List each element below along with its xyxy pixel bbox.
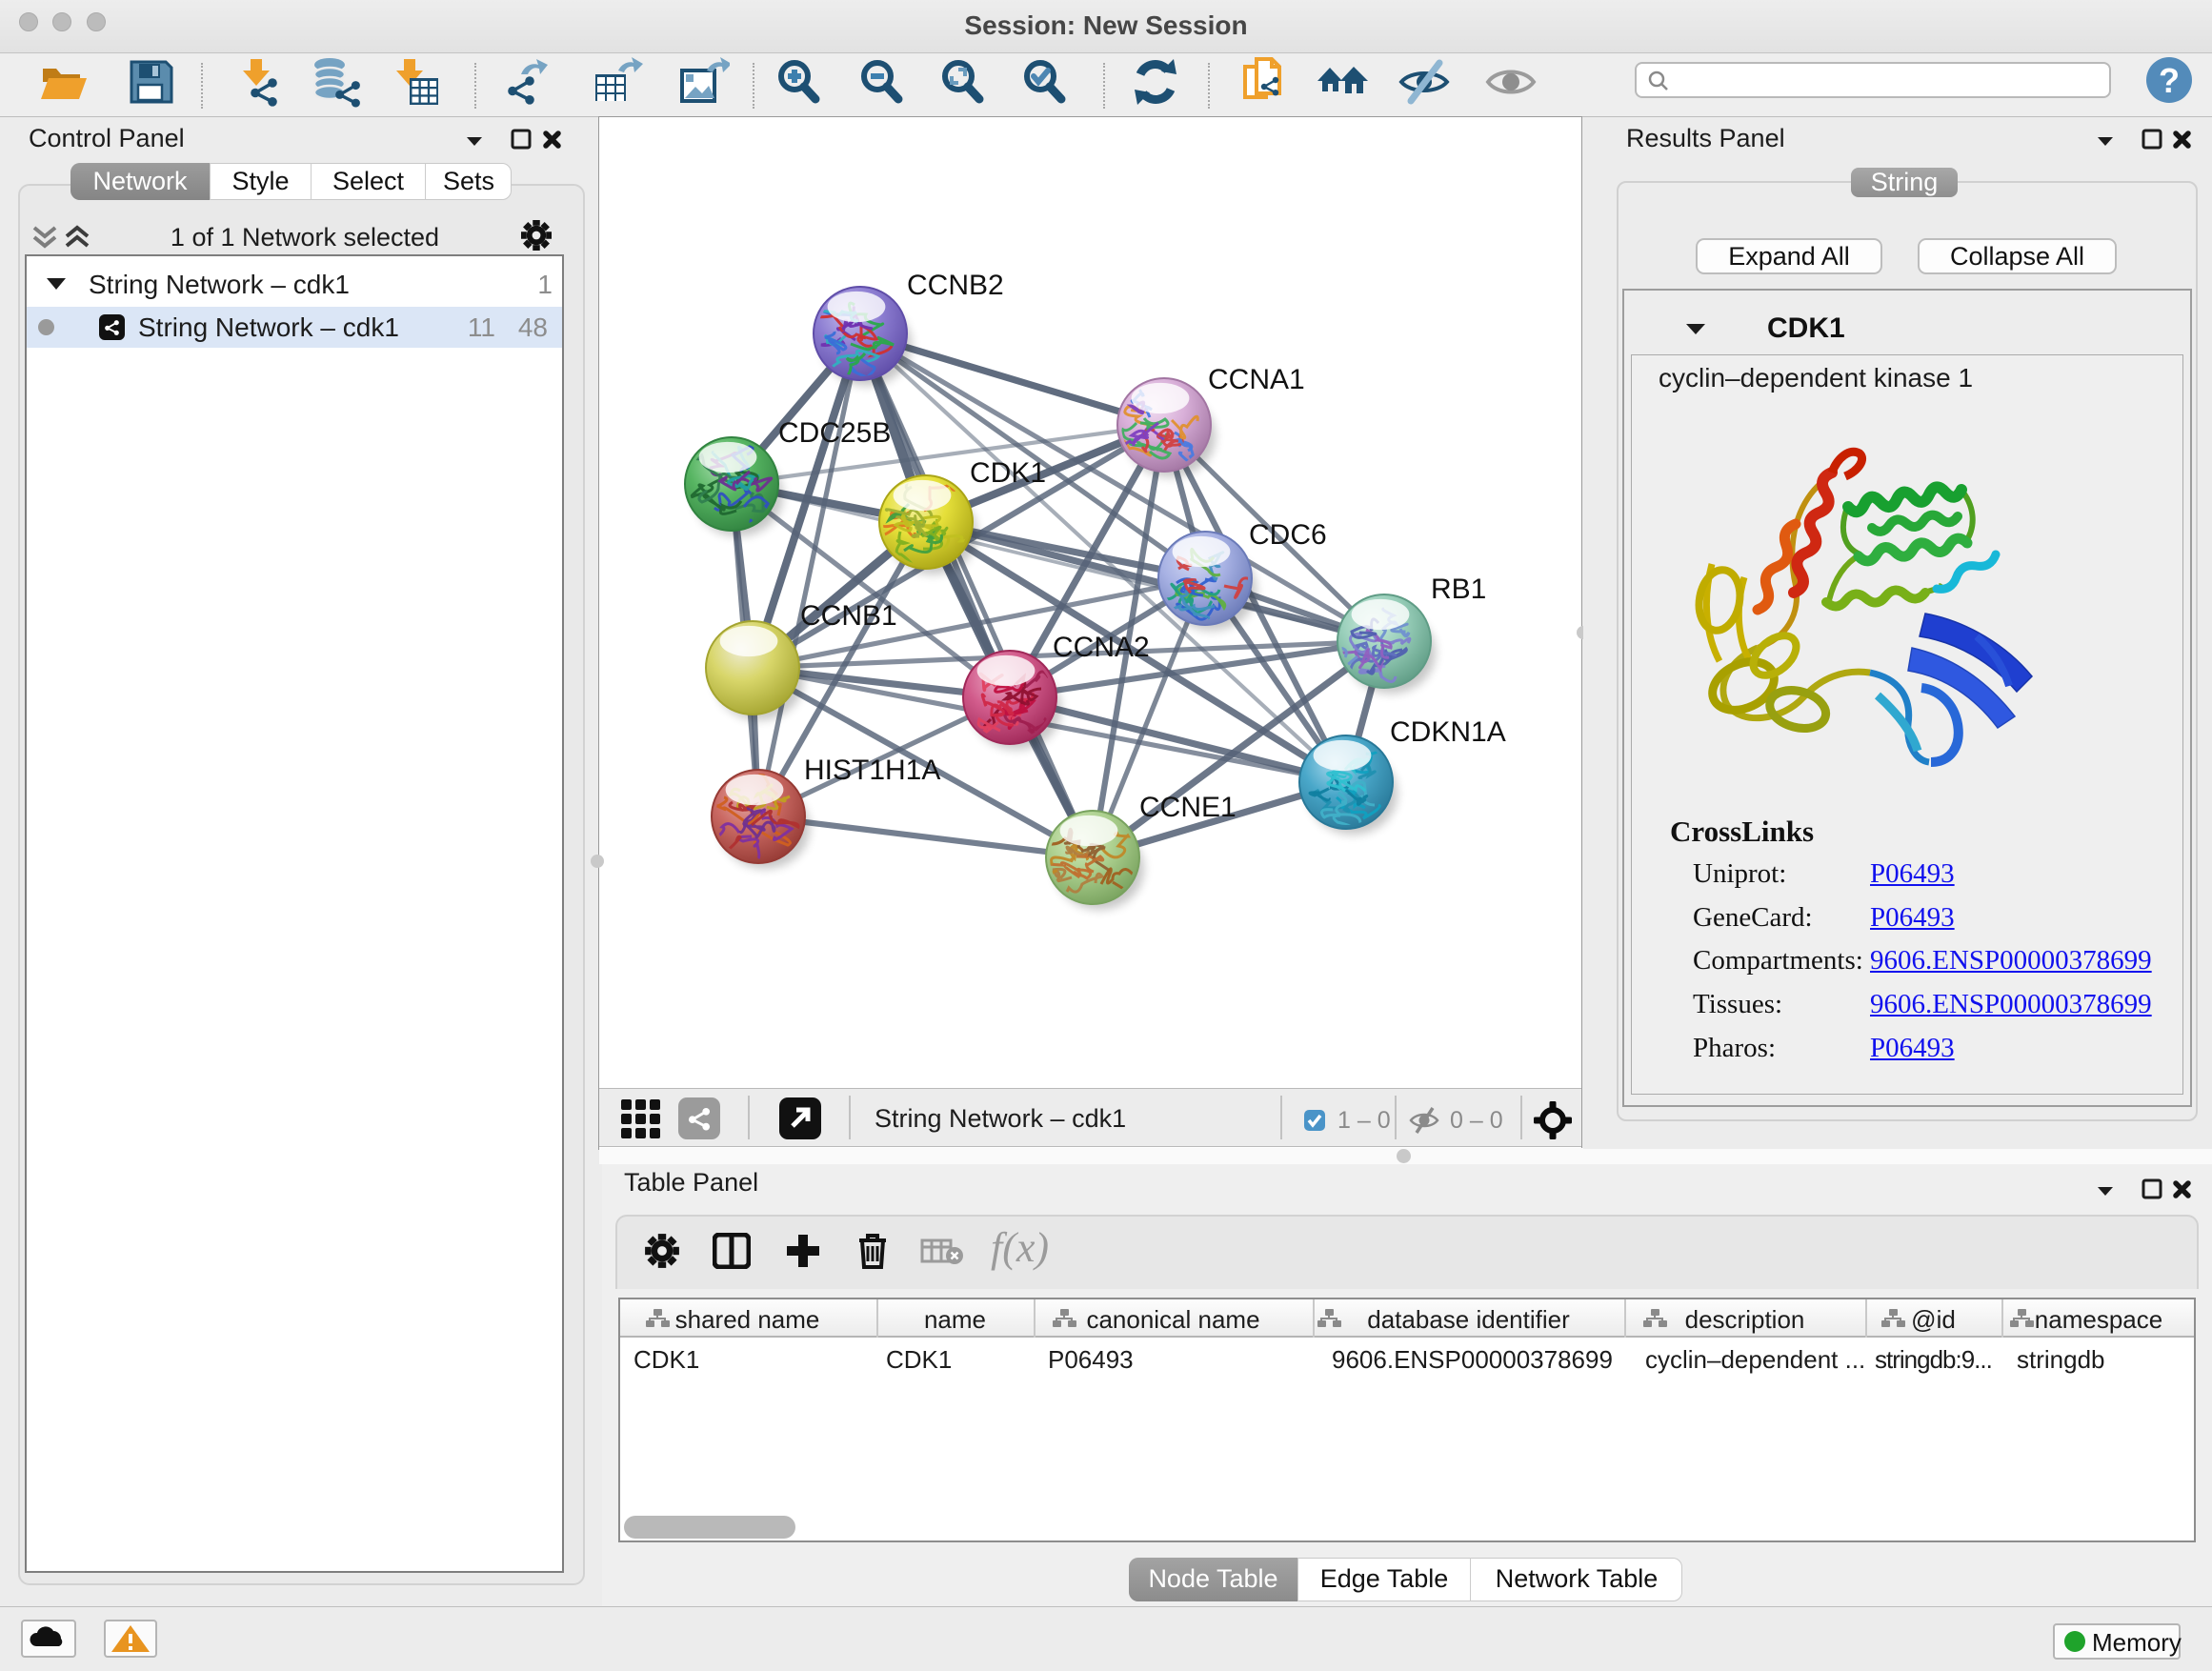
svg-text:RB1: RB1 xyxy=(1431,574,1486,605)
svg-text:CCNA2: CCNA2 xyxy=(1053,632,1150,663)
svg-text:CDC25B: CDC25B xyxy=(778,417,891,449)
svg-text:CDC6: CDC6 xyxy=(1249,519,1327,551)
svg-text:CCNB2: CCNB2 xyxy=(907,270,1004,301)
svg-text:CCNA1: CCNA1 xyxy=(1208,364,1305,395)
svg-text:CDK1: CDK1 xyxy=(970,457,1046,489)
svg-text:CDKN1A: CDKN1A xyxy=(1390,716,1506,748)
svg-text:CCNE1: CCNE1 xyxy=(1139,792,1237,823)
svg-text:HIST1H1A: HIST1H1A xyxy=(804,755,940,786)
svg-text:CCNB1: CCNB1 xyxy=(800,600,897,632)
